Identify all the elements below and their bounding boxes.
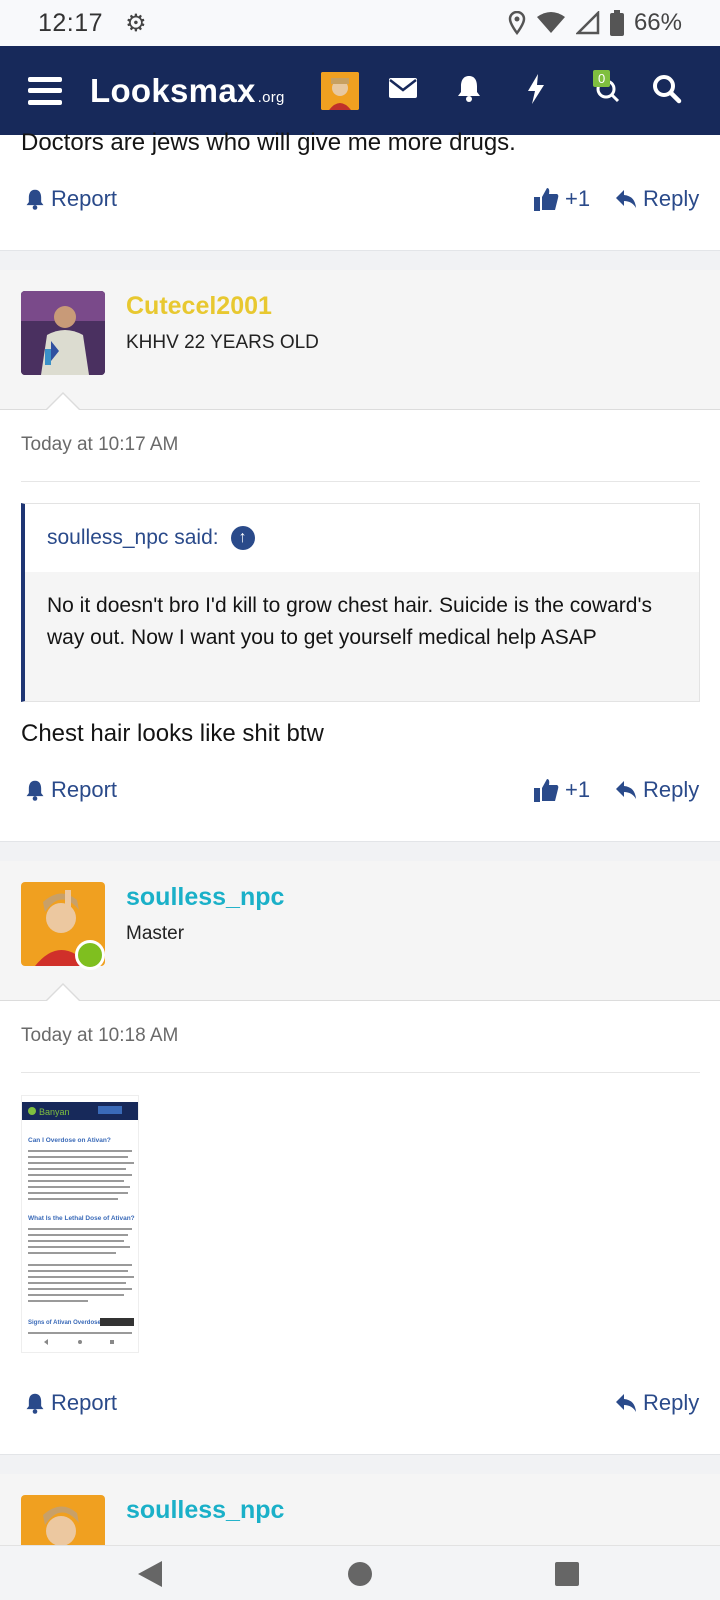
reply-button[interactable]: Reply bbox=[615, 777, 699, 803]
user-title: Master bbox=[126, 923, 185, 944]
reply-button[interactable]: Reply bbox=[615, 1390, 699, 1416]
signal-icon bbox=[575, 11, 600, 35]
report-button[interactable]: Report bbox=[25, 777, 117, 803]
attachment-heading-2: What Is the Lethal Dose of Ativan? bbox=[28, 1215, 135, 1222]
report-label: Report bbox=[51, 1390, 118, 1415]
like-button[interactable]: +1 bbox=[533, 186, 590, 212]
post-body: Chest hair looks like shit btw bbox=[21, 720, 324, 747]
user-title: KHHV 22 YEARS OLD bbox=[126, 332, 319, 353]
post-separator bbox=[0, 841, 720, 861]
quote-block: soulless_npc said: ↑ No it doesn't bro I… bbox=[21, 503, 700, 702]
username[interactable]: soulless_npc bbox=[126, 883, 284, 912]
attachment-screenshot: Banyan Can I Overdose on Ativan? What Is… bbox=[22, 1096, 138, 1352]
post-date[interactable]: Today at 10:17 AM bbox=[21, 434, 178, 456]
online-indicator bbox=[75, 940, 105, 970]
battery-icon bbox=[609, 10, 624, 36]
thumbs-up-icon bbox=[534, 188, 559, 211]
thumbs-up-icon bbox=[534, 779, 559, 802]
site-header: Looksmax .org 0 bbox=[0, 46, 720, 135]
post-user-bar: soulless_npc Master bbox=[0, 861, 720, 1001]
post-separator bbox=[0, 1454, 720, 1474]
quote-text: No it doesn't bro I'd kill to grow chest… bbox=[25, 572, 699, 701]
like-count: +1 bbox=[565, 777, 591, 802]
wifi-icon bbox=[536, 12, 565, 33]
reply-label: Reply bbox=[643, 186, 700, 211]
location-icon bbox=[508, 11, 526, 35]
post-actions: Report +1 Reply bbox=[0, 186, 720, 226]
reply-label: Reply bbox=[643, 777, 700, 802]
report-button[interactable]: Report bbox=[25, 1390, 117, 1416]
bell-icon bbox=[26, 780, 44, 801]
report-button[interactable]: Report bbox=[25, 186, 117, 212]
bolt-icon[interactable] bbox=[526, 74, 546, 112]
logo-text: Looksmax bbox=[90, 71, 256, 109]
post-actions: Report Reply bbox=[0, 1390, 720, 1430]
avatar[interactable] bbox=[21, 1495, 105, 1545]
logo-suffix: .org bbox=[257, 88, 285, 106]
reply-label: Reply bbox=[643, 1390, 700, 1415]
divider bbox=[21, 481, 700, 482]
bell-icon[interactable] bbox=[456, 74, 482, 110]
envelope-icon[interactable] bbox=[388, 74, 418, 108]
account-avatar[interactable] bbox=[321, 72, 359, 110]
alerts-badge: 0 bbox=[593, 70, 611, 87]
battery-percent: 66% bbox=[633, 9, 682, 36]
post-body-partial: Doctors are jews who will give me more d… bbox=[21, 129, 516, 156]
post-user-bar: soulless_npc bbox=[0, 1474, 720, 1545]
bell-icon bbox=[26, 189, 44, 210]
post-actions: Report +1 Reply bbox=[0, 777, 720, 817]
menu-icon[interactable] bbox=[28, 76, 62, 105]
status-icons: 66% bbox=[508, 9, 682, 37]
like-count: +1 bbox=[565, 186, 591, 211]
quote-header[interactable]: soulless_npc said: ↑ bbox=[25, 504, 699, 572]
post-user-bar: Cutecel2001 KHHV 22 YEARS OLD bbox=[0, 270, 720, 410]
search-icon[interactable] bbox=[652, 74, 682, 112]
post-date[interactable]: Today at 10:18 AM bbox=[21, 1025, 178, 1047]
avatar[interactable] bbox=[21, 291, 105, 375]
status-time: 12:17 bbox=[38, 8, 104, 37]
post-separator bbox=[0, 250, 720, 270]
divider bbox=[21, 1072, 700, 1073]
reply-icon bbox=[616, 190, 636, 208]
attachment-heading-1: Can I Overdose on Ativan? bbox=[28, 1137, 111, 1144]
reply-icon bbox=[616, 781, 636, 799]
system-nav-bar bbox=[0, 1545, 720, 1600]
arrow-up-icon[interactable]: ↑ bbox=[230, 526, 255, 550]
avatar[interactable] bbox=[21, 882, 105, 970]
home-icon[interactable] bbox=[347, 1561, 373, 1587]
bell-icon bbox=[26, 1393, 44, 1414]
attachment-thumbnail[interactable]: Banyan Can I Overdose on Ativan? What Is… bbox=[21, 1095, 139, 1353]
attachment-brand: Banyan bbox=[39, 1107, 70, 1117]
post-pointer bbox=[46, 985, 80, 1002]
report-label: Report bbox=[51, 186, 118, 211]
post-pointer bbox=[46, 394, 80, 411]
reply-icon bbox=[616, 1394, 636, 1412]
quote-author: soulless_npc said: bbox=[47, 526, 219, 549]
username[interactable]: soulless_npc bbox=[126, 1496, 284, 1525]
username[interactable]: Cutecel2001 bbox=[126, 292, 272, 321]
recents-icon[interactable] bbox=[554, 1561, 580, 1587]
reply-button[interactable]: Reply bbox=[615, 186, 699, 212]
gear-icon: ⚙ bbox=[125, 9, 147, 37]
back-icon[interactable] bbox=[136, 1559, 164, 1589]
status-bar: 12:17 ⚙ 66% bbox=[0, 0, 720, 46]
site-logo[interactable]: Looksmax .org bbox=[90, 72, 285, 110]
attachment-heading-3: Signs of Ativan Overdose bbox=[28, 1320, 101, 1326]
report-label: Report bbox=[51, 777, 118, 802]
like-button[interactable]: +1 bbox=[533, 777, 590, 803]
